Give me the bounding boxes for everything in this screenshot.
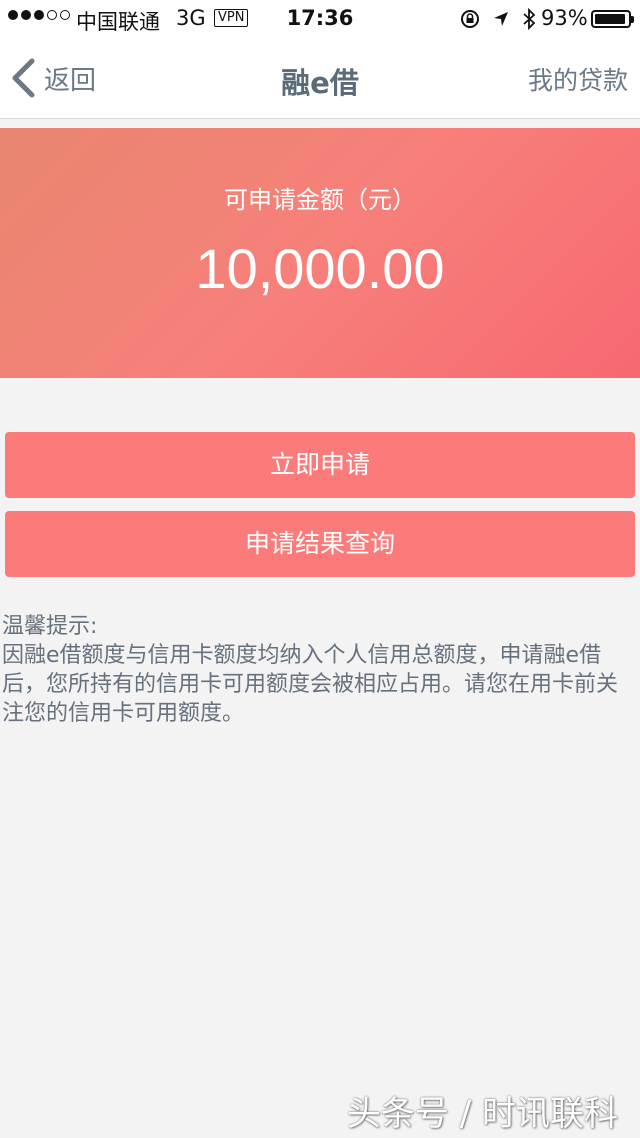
available-amount-value: 10,000.00 <box>195 237 445 300</box>
available-amount-label: 可申请金额（元） <box>224 186 416 214</box>
back-button[interactable]: 返回 <box>10 58 96 98</box>
location-arrow-icon <box>492 10 510 33</box>
rotation-lock-icon <box>460 9 480 34</box>
battery-icon <box>591 10 634 28</box>
notice-section: 温馨提示: 因融e借额度与信用卡额度均纳入个人信用总额度，申请融e借后，您所持有… <box>2 612 630 728</box>
notice-title: 温馨提示: <box>2 614 98 639</box>
bluetooth-icon <box>522 7 536 35</box>
query-result-button[interactable]: 申请结果查询 <box>5 511 635 577</box>
battery-percent: 93% <box>541 6 588 30</box>
navigation-bar: 返回 融e借 我的贷款 <box>0 40 640 119</box>
apply-now-button[interactable]: 立即申请 <box>5 432 635 498</box>
chevron-left-icon <box>10 58 36 98</box>
available-amount-banner: 可申请金额（元） 10,000.00 <box>0 128 640 378</box>
back-label: 返回 <box>44 65 97 96</box>
watermark: 头条号 / 时讯联科 <box>346 1094 618 1134</box>
status-bar: 中国联通 3G VPN 17:36 93% <box>0 0 640 40</box>
my-loans-link[interactable]: 我的贷款 <box>528 61 628 97</box>
notice-body: 因融e借额度与信用卡额度均纳入个人信用总额度，申请融e借后，您所持有的信用卡可用… <box>2 643 619 726</box>
